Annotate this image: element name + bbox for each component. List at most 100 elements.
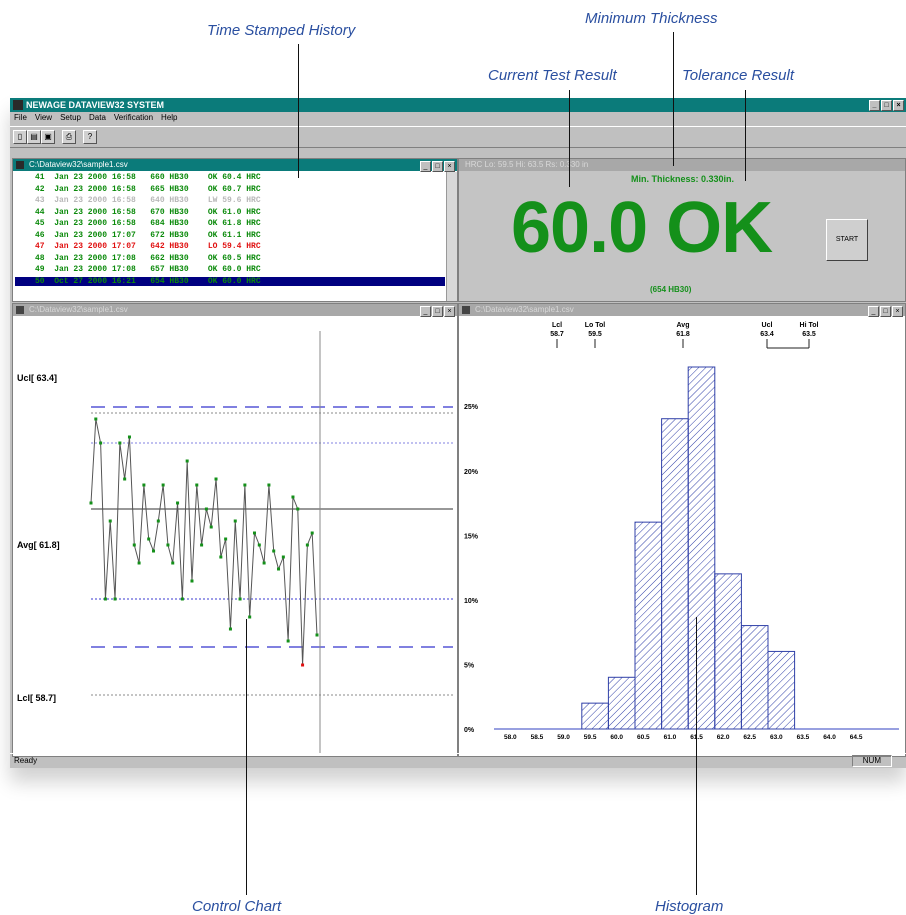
control-point <box>171 561 175 565</box>
history-row[interactable]: 42 Jan 23 2000 16:58 665 HB30 OK 60.7 HR… <box>35 185 261 194</box>
histogram-title-bar: C:\Dataview32\sample1.csv _ □ × <box>459 304 905 317</box>
history-title-bar: C:\Dataview32\sample1.csv _ □ × <box>13 159 457 172</box>
control-point <box>108 519 112 523</box>
result-hb-value: (654 HB30) <box>650 285 692 294</box>
control-maximize-button[interactable]: □ <box>432 306 443 317</box>
status-text: Ready <box>14 756 38 765</box>
save-file-icon[interactable]: ▣ <box>41 130 55 144</box>
histogram-bar <box>607 676 636 730</box>
histogram-bar <box>687 366 716 730</box>
control-point <box>103 597 107 601</box>
histogram-x-tick: 64.0 <box>823 734 836 741</box>
leader-tolerance <box>745 90 746 181</box>
control-point <box>132 543 136 547</box>
history-window: C:\Dataview32\sample1.csv _ □ × 41 Jan 23 … <box>12 158 458 302</box>
toolbar: ▯ ▤ ▣ ⎙ ? <box>10 126 906 148</box>
menu-file[interactable]: File <box>14 113 27 125</box>
history-row[interactable]: 48 Jan 23 2000 17:08 662 HB30 OK 60.5 HR… <box>35 254 261 263</box>
callout-time-stamped-history: Time Stamped History <box>207 22 356 39</box>
histogram-close-button[interactable]: × <box>892 306 903 317</box>
histogram-bar <box>714 573 742 730</box>
menu-verification[interactable]: Verification <box>114 113 153 125</box>
control-point <box>248 615 252 619</box>
history-row[interactable]: 49 Jan 23 2000 17:08 657 HB30 OK 60.0 HR… <box>35 265 261 274</box>
control-chart-window: C:\Dataview32\sample1.csv _ □ × Ucl[ 63.4]… <box>12 303 458 757</box>
start-button[interactable]: START <box>826 219 868 261</box>
history-close-button[interactable]: × <box>444 161 455 172</box>
history-row[interactable]: 47 Jan 23 2000 17:07 642 HB30 LO 59.4 HR… <box>35 242 261 251</box>
histogram-stat-label: Hi Tol <box>800 322 819 329</box>
leader-current <box>569 90 570 187</box>
control-point <box>214 477 218 481</box>
control-point <box>161 483 165 487</box>
new-file-icon[interactable]: ▯ <box>13 130 27 144</box>
histogram-x-tick: 59.5 <box>584 734 597 741</box>
control-point <box>123 477 127 481</box>
callout-current-test-result: Current Test Result <box>488 67 617 84</box>
history-scrollbar[interactable] <box>446 172 457 301</box>
document-icon <box>16 161 24 169</box>
control-point <box>127 435 131 439</box>
histogram-maximize-button[interactable]: □ <box>880 306 891 317</box>
control-point <box>224 537 228 541</box>
control-point <box>310 531 314 535</box>
history-row[interactable]: 41 Jan 23 2000 16:58 660 HB30 OK 60.4 HR… <box>35 173 261 182</box>
histogram-chart: 25% 20% 15% 10% 5% 0% 58.0 58.5 59.0 59.5 60.0 60.5… <box>464 322 899 741</box>
control-point <box>147 537 151 541</box>
app-window: NEWAGE DATAVIEW32 SYSTEM _ □ × File View… <box>10 98 906 768</box>
menu-data[interactable]: Data <box>89 113 106 125</box>
control-point <box>118 441 122 445</box>
result-title-bar: HRC Lo: 59.5 Hi: 63.5 Rs: 0.330 in <box>459 159 905 171</box>
histogram-y-tick: 5% <box>464 662 475 669</box>
histogram-bar <box>661 418 689 730</box>
histogram-stat-value: 58.7 <box>550 331 564 338</box>
open-file-icon[interactable]: ▤ <box>27 130 41 144</box>
callout-control-chart: Control Chart <box>192 898 282 915</box>
control-point <box>219 555 223 559</box>
leader-histogram <box>696 617 697 895</box>
num-lock-indicator: NUM <box>851 755 892 767</box>
control-point <box>243 483 247 487</box>
histogram-title: C:\Dataview32\sample1.csv <box>475 305 574 314</box>
history-maximize-button[interactable]: □ <box>432 161 443 172</box>
history-row[interactable]: 43 Jan 23 2000 16:58 640 HB30 LW 59.6 HR… <box>35 196 261 205</box>
control-point <box>99 441 103 445</box>
control-point <box>228 627 232 631</box>
menu-setup[interactable]: Setup <box>60 113 81 125</box>
histogram-y-tick: 25% <box>464 404 479 411</box>
control-point <box>296 507 300 511</box>
control-point <box>137 561 141 565</box>
maximize-button[interactable]: □ <box>881 100 892 111</box>
history-minimize-button[interactable]: _ <box>420 161 431 172</box>
control-close-button[interactable]: × <box>444 306 455 317</box>
control-point <box>281 555 285 559</box>
history-title: C:\Dataview32\sample1.csv <box>29 160 128 169</box>
document-icon <box>462 306 470 314</box>
histogram-bar <box>634 521 663 730</box>
histogram-stat-label: Avg <box>677 322 690 329</box>
help-icon[interactable]: ? <box>83 130 97 144</box>
control-point <box>204 507 208 511</box>
history-row[interactable]: 50 Oct 27 2000 16:21 654 HB30 OK 60.0 HR… <box>15 276 445 286</box>
control-point <box>180 597 184 601</box>
histogram-window: C:\Dataview32\sample1.csv _ □ × 25% 20% 15% 1… <box>458 303 906 757</box>
menu-view[interactable]: View <box>35 113 52 125</box>
histogram-x-tick: 59.0 <box>557 734 570 741</box>
menu-help[interactable]: Help <box>161 113 177 125</box>
control-point <box>185 459 189 463</box>
histogram-x-tick: 60.5 <box>637 734 650 741</box>
control-point <box>195 483 199 487</box>
minimize-button[interactable]: _ <box>869 100 880 111</box>
control-point <box>190 579 194 583</box>
print-icon[interactable]: ⎙ <box>62 130 76 144</box>
history-row[interactable]: 46 Jan 23 2000 17:07 672 HB30 OK 61.1 HR… <box>35 231 261 240</box>
close-button[interactable]: × <box>893 100 904 111</box>
control-minimize-button[interactable]: _ <box>420 306 431 317</box>
history-row[interactable]: 44 Jan 23 2000 16:58 670 HB30 OK 61.0 HR… <box>35 208 261 217</box>
history-row[interactable]: 45 Jan 23 2000 16:58 684 HB30 OK 61.8 HR… <box>35 219 261 228</box>
histogram-minimize-button[interactable]: _ <box>868 306 879 317</box>
lcl-label: Lcl[ 58.7] <box>17 693 56 703</box>
document-icon <box>16 306 24 314</box>
histogram-stat-label: Ucl <box>762 322 773 329</box>
min-thickness-text: Min. Thickness: 0.330in. <box>631 174 735 184</box>
